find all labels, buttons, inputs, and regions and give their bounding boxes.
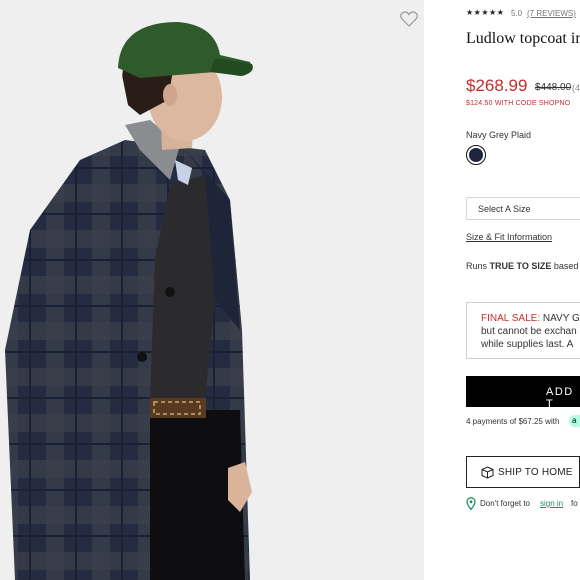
product-title: Ludlow topcoat in [466, 30, 580, 47]
original-price: $448.00 [535, 82, 572, 93]
fit-note-suffix: based on [553, 261, 580, 271]
sale-price: $268.99 [466, 76, 528, 95]
installments-text: 4 payments of $67.25 with [466, 417, 560, 426]
final-sale-line-1: FINAL SALE: NAVY G [481, 313, 580, 324]
fit-note: Runs TRUE TO SIZE based on [466, 261, 580, 271]
color-swatch-navy-grey-plaid[interactable] [466, 145, 486, 165]
size-select[interactable]: Select A Size [466, 197, 580, 220]
original-price-suffix: (4 [572, 83, 580, 93]
add-to-bag-button[interactable]: ADD T [466, 376, 580, 410]
final-sale-notice: FINAL SALE: NAVY G but cannot be exchan … [466, 302, 580, 359]
afterpay-badge[interactable]: a [569, 415, 580, 427]
product-info-panel: ★★★★★ 5.0 (7 REVIEWS) Ludlow topcoat in … [424, 0, 580, 580]
final-sale-label: FINAL SALE: [481, 313, 541, 324]
location-pin-icon [466, 497, 476, 510]
size-select-label: Select A Size [478, 204, 531, 214]
sign-in-reminder-suffix: fo [571, 499, 578, 508]
ship-to-home-button[interactable]: SHIP TO HOME [466, 456, 580, 488]
fit-note-bold: TRUE TO SIZE [489, 261, 552, 271]
afterpay-badge-label: a [572, 416, 577, 425]
final-sale-line-3: while supplies last. A [481, 339, 574, 350]
size-fit-link[interactable]: Size & Fit Information [466, 232, 552, 242]
promo-text: $124.50 WITH CODE SHOPNO [466, 100, 571, 107]
add-to-bag-label: ADD T [546, 386, 574, 410]
rating-stars: ★★★★★ [466, 8, 505, 17]
rating-value: 5.0 [511, 9, 523, 18]
product-image [0, 0, 424, 580]
model-illustration [0, 0, 424, 580]
heart-icon[interactable] [400, 11, 418, 27]
sign-in-reminder: Don't forget to [480, 499, 530, 508]
fit-note-prefix: Runs [466, 261, 490, 271]
sign-in-link[interactable]: sign in [540, 499, 563, 508]
reviews-link[interactable]: (7 REVIEWS) [527, 9, 576, 18]
box-icon [481, 466, 494, 479]
color-label: Navy Grey Plaid [466, 130, 532, 140]
final-sale-line-2: but cannot be exchan [481, 326, 577, 337]
ship-to-home-label: SHIP TO HOME [498, 467, 573, 478]
final-sale-line-1-rest: NAVY G [540, 313, 580, 324]
